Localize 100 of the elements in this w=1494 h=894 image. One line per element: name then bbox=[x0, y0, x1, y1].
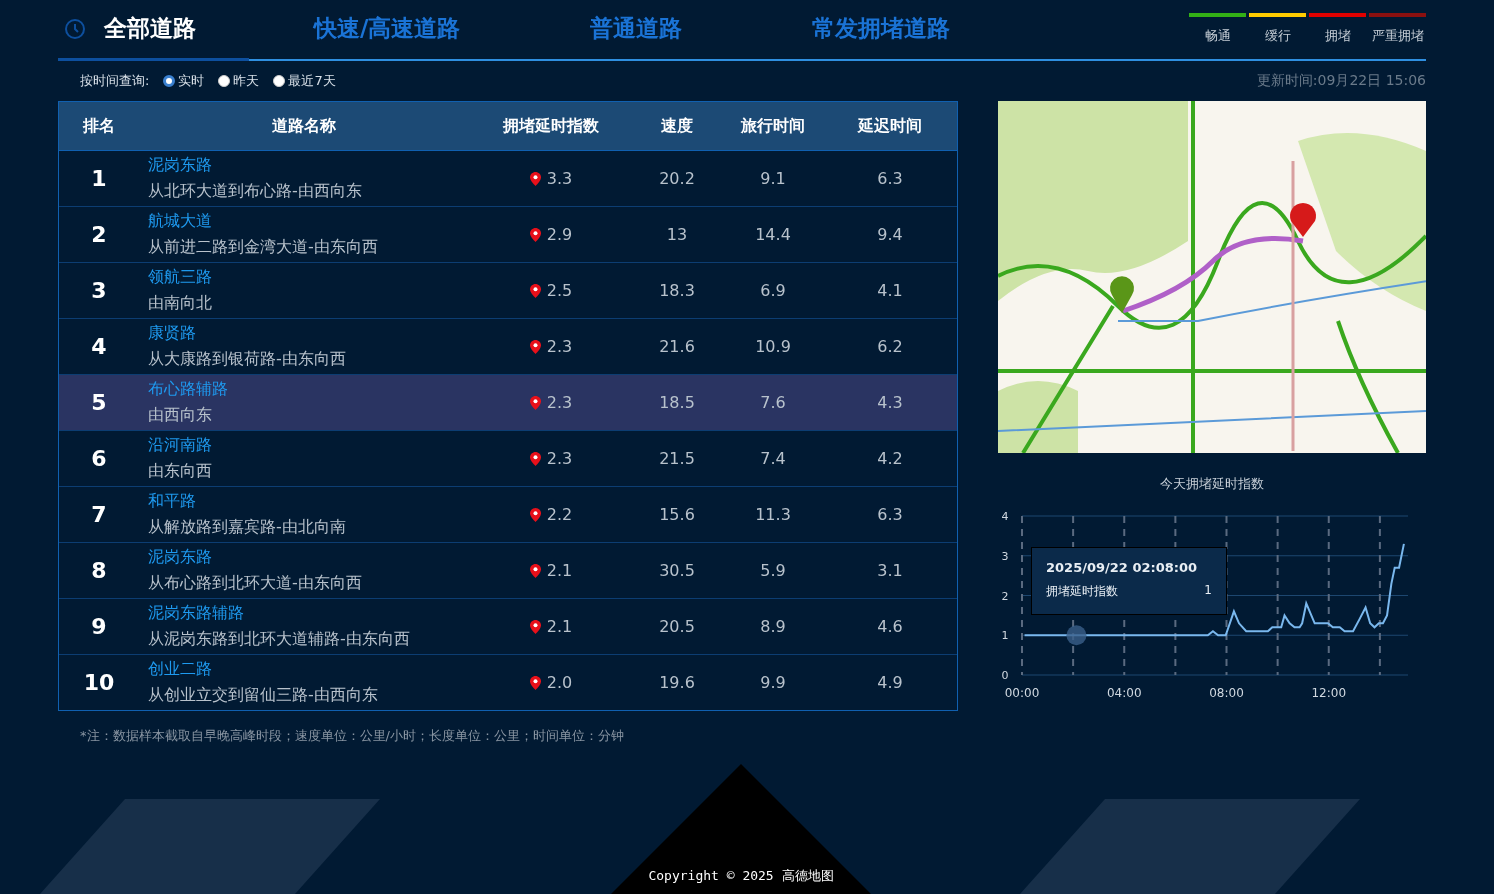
road-name-link[interactable]: 泥岗东路 bbox=[148, 547, 212, 568]
road-direction: 从北环大道到布心路-由西向东 bbox=[148, 181, 362, 202]
travel-time: 9.1 bbox=[759, 169, 787, 188]
axis-tick-label: 00:00 bbox=[1004, 686, 1040, 700]
congestion-index: 2.3 bbox=[546, 393, 573, 412]
rank-number: 2 bbox=[90, 222, 108, 247]
road-name-link[interactable]: 康贤路 bbox=[148, 323, 196, 344]
table-row[interactable]: 9 泥岗东路辅路 从泥岗东路到北环大道辅路-由东向西 2.1 20.5 8.9 4.6 bbox=[59, 599, 957, 655]
road-name-link[interactable]: 领航三路 bbox=[148, 267, 212, 288]
road-name-link[interactable]: 泥岗东路辅路 bbox=[148, 603, 244, 624]
legend-label: 严重拥堵 bbox=[1371, 27, 1424, 45]
speed-value: 15.6 bbox=[658, 505, 696, 524]
radio-label: 最近7天 bbox=[288, 72, 336, 90]
column-header: 排名 bbox=[81, 115, 116, 137]
congestion-index: 2.5 bbox=[546, 281, 573, 300]
delay-time: 4.1 bbox=[876, 281, 904, 300]
table-row[interactable]: 8 泥岗东路 从布心路到北环大道-由东向西 2.1 30.5 5.9 3.1 bbox=[59, 543, 957, 599]
delay-time: 6.2 bbox=[876, 337, 904, 356]
copyright: Copyright © 2025 高德地图 bbox=[648, 867, 834, 885]
speed-value: 30.5 bbox=[658, 561, 696, 580]
table-row[interactable]: 1 泥岗东路 从北环大道到布心路-由西向东 3.3 20.2 9.1 6.3 bbox=[59, 151, 957, 207]
table-row[interactable]: 6 沿河南路 由东向西 2.3 21.5 7.4 4.2 bbox=[59, 431, 957, 487]
road-direction: 由东向西 bbox=[148, 461, 212, 482]
axis-tick-label: 0 bbox=[1001, 669, 1009, 682]
radio-option[interactable]: 最近7天 bbox=[273, 72, 336, 90]
road-name-link[interactable]: 泥岗东路 bbox=[148, 155, 212, 176]
location-pin-icon bbox=[529, 563, 541, 578]
travel-time: 7.6 bbox=[759, 393, 787, 412]
radio-icon[interactable] bbox=[163, 75, 176, 87]
radio-icon[interactable] bbox=[273, 75, 286, 87]
column-header: 道路名称 bbox=[271, 115, 337, 137]
tab[interactable]: 常发拥堵道路 bbox=[792, 0, 971, 61]
tooltip-label: 拥堵延时指数 bbox=[1046, 583, 1118, 600]
location-pin-icon bbox=[529, 395, 541, 410]
congestion-index: 2.0 bbox=[546, 673, 573, 692]
tab[interactable]: 全部道路 bbox=[58, 0, 249, 61]
table-row[interactable]: 7 和平路 从解放路到嘉宾路-由北向南 2.2 15.6 11.3 6.3 bbox=[59, 487, 957, 543]
congestion-index: 2.1 bbox=[546, 561, 573, 580]
location-pin-icon bbox=[529, 283, 541, 298]
congestion-index: 2.3 bbox=[546, 449, 573, 468]
location-pin-icon bbox=[529, 619, 541, 634]
axis-tick-label: 04:00 bbox=[1106, 686, 1142, 700]
legend-label: 拥堵 bbox=[1324, 27, 1351, 45]
delay-time: 4.3 bbox=[876, 393, 904, 412]
axis-tick-label: 1 bbox=[1001, 629, 1009, 643]
travel-time: 5.9 bbox=[759, 561, 787, 580]
radio-icon[interactable] bbox=[218, 75, 231, 87]
road-direction: 从创业立交到留仙三路-由西向东 bbox=[148, 685, 378, 706]
table-row[interactable]: 10 创业二路 从创业立交到留仙三路-由西向东 2.0 19.6 9.9 4.9 bbox=[59, 655, 957, 710]
rank-number: 7 bbox=[90, 502, 108, 527]
radio-label: 实时 bbox=[178, 72, 205, 90]
road-name-link[interactable]: 创业二路 bbox=[148, 659, 212, 680]
delay-time: 4.9 bbox=[876, 673, 904, 692]
clock-icon bbox=[64, 17, 86, 40]
rank-number: 1 bbox=[90, 166, 108, 191]
road-name-link[interactable]: 航城大道 bbox=[148, 211, 212, 232]
rank-number: 5 bbox=[90, 390, 108, 415]
table-row[interactable]: 2 航城大道 从前进二路到金湾大道-由东向西 2.9 13 14.4 9.4 bbox=[59, 207, 957, 263]
table-row[interactable]: 5 布心路辅路 由西向东 2.3 18.5 7.6 4.3 bbox=[59, 375, 957, 431]
axis-tick-label: 3 bbox=[1001, 549, 1009, 563]
travel-time: 10.9 bbox=[754, 337, 792, 356]
travel-time: 11.3 bbox=[754, 505, 792, 524]
road-direction: 由西向东 bbox=[148, 405, 212, 426]
tab[interactable]: 普通道路 bbox=[570, 0, 703, 61]
table-row[interactable]: 3 领航三路 由南向北 2.5 18.3 6.9 4.1 bbox=[59, 263, 957, 319]
road-name-link[interactable]: 和平路 bbox=[148, 491, 196, 512]
road-direction: 由南向北 bbox=[148, 293, 212, 314]
travel-time: 6.9 bbox=[759, 281, 787, 300]
road-name-link[interactable]: 沿河南路 bbox=[148, 435, 212, 456]
filter-label: 按时间查询: bbox=[80, 72, 150, 90]
radio-option[interactable]: 实时 bbox=[163, 72, 205, 90]
tooltip-time: 2025/09/22 02:08:00 bbox=[1046, 560, 1199, 575]
location-pin-icon bbox=[529, 507, 541, 522]
speed-value: 21.6 bbox=[658, 337, 696, 356]
location-pin-icon bbox=[529, 339, 541, 354]
axis-tick-label: 12:00 bbox=[1311, 686, 1347, 700]
delay-time: 6.3 bbox=[876, 169, 904, 188]
column-header: 延迟时间 bbox=[856, 115, 923, 137]
radio-label: 昨天 bbox=[233, 72, 260, 90]
road-name-link[interactable]: 布心路辅路 bbox=[148, 379, 228, 400]
radio-option[interactable]: 昨天 bbox=[218, 72, 260, 90]
rank-number: 9 bbox=[90, 614, 108, 639]
axis-tick-label: 4 bbox=[1001, 510, 1009, 523]
rank-number: 4 bbox=[90, 334, 108, 359]
delay-time: 4.6 bbox=[876, 617, 904, 636]
travel-time: 8.9 bbox=[759, 617, 787, 636]
road-direction: 从前进二路到金湾大道-由东向西 bbox=[148, 237, 378, 258]
rank-number: 10 bbox=[82, 670, 116, 695]
congestion-index: 2.9 bbox=[546, 225, 573, 244]
tab[interactable]: 快速/高速道路 bbox=[294, 0, 481, 61]
chart-title: 今天拥堵延时指数 bbox=[1160, 475, 1264, 493]
hover-point bbox=[1066, 625, 1087, 646]
location-pin-icon bbox=[529, 675, 541, 690]
legend-label: 缓行 bbox=[1264, 27, 1291, 45]
congestion-index: 2.3 bbox=[546, 337, 573, 356]
legend-label: 畅通 bbox=[1204, 27, 1231, 45]
speed-value: 20.2 bbox=[658, 169, 696, 188]
column-header: 速度 bbox=[660, 115, 694, 137]
congestion-index: 2.1 bbox=[546, 617, 573, 636]
delay-time: 9.4 bbox=[876, 225, 904, 244]
